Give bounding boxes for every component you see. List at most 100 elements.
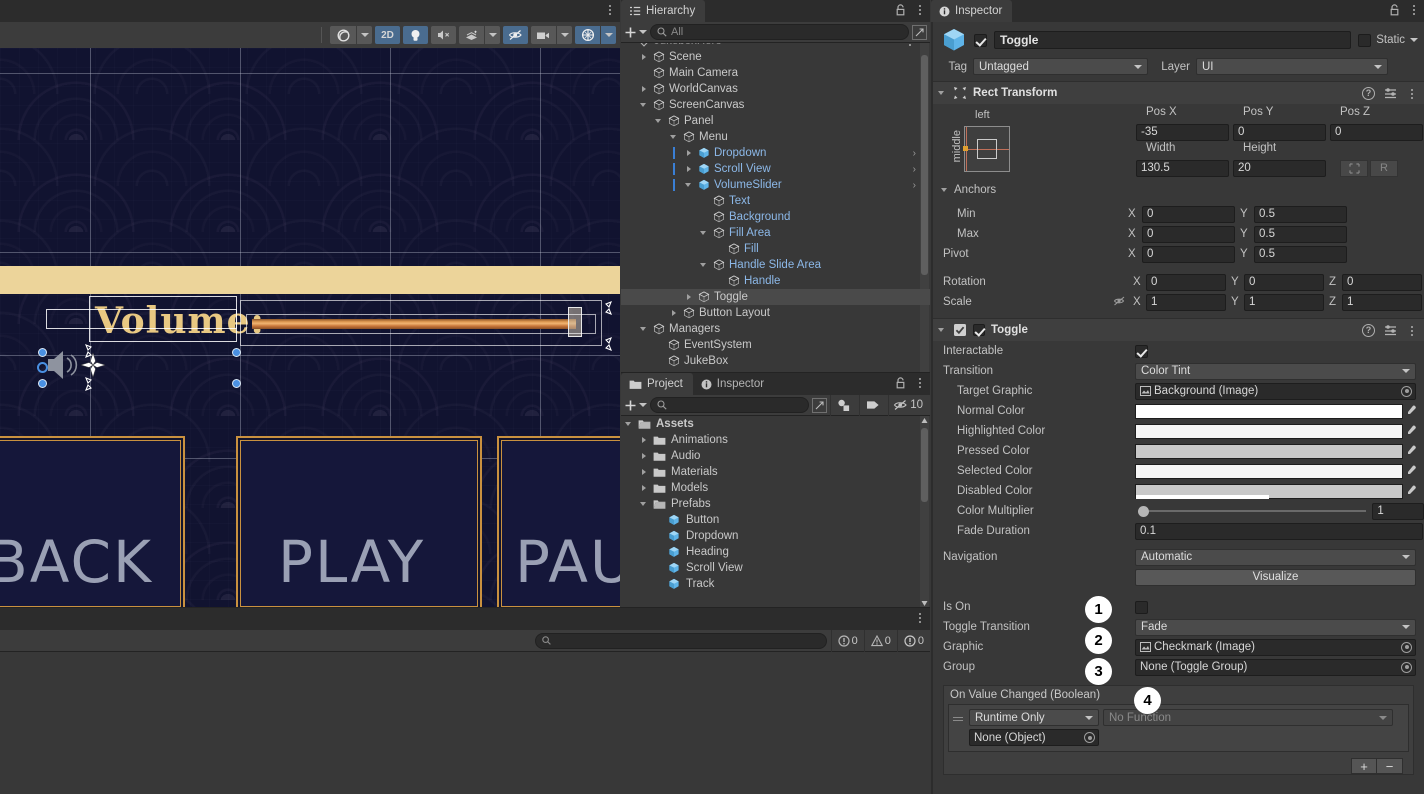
- scene-viewport[interactable]: Volume: BACK PLAY PAU: [0, 48, 620, 607]
- hierarchy-row-handle-slide-area[interactable]: Handle Slide Area: [621, 257, 930, 273]
- hierarchy-row-worldcanvas[interactable]: WorldCanvas: [621, 81, 930, 97]
- expand-triangle-icon[interactable]: [640, 484, 649, 493]
- console-error-count[interactable]: 0: [830, 629, 864, 652]
- project-tree[interactable]: Assets Animations Audio Materials Models Pref…: [621, 416, 930, 607]
- project-row-models[interactable]: Models: [621, 480, 930, 496]
- anchor-min-x-field[interactable]: 0: [1142, 205, 1235, 223]
- collapse-triangle-icon[interactable]: [938, 89, 947, 98]
- color-multiplier-field[interactable]: 1: [1372, 502, 1424, 520]
- scene-row-menu-icon[interactable]: [904, 43, 916, 47]
- fade-duration-field[interactable]: 0.1: [1135, 522, 1423, 540]
- inspector-menu-icon[interactable]: [1408, 3, 1420, 16]
- console-menu-icon[interactable]: [914, 611, 926, 624]
- collapse-triangle-icon[interactable]: [700, 229, 709, 238]
- eyedropper-icon[interactable]: [1403, 464, 1419, 479]
- collapse-triangle-icon[interactable]: [640, 500, 649, 509]
- hierarchy-row-background[interactable]: Background: [621, 209, 930, 225]
- project-filter-label-button[interactable]: [859, 394, 885, 416]
- normal-color-swatch[interactable]: [1135, 403, 1403, 419]
- eyedropper-icon[interactable]: [1403, 444, 1419, 459]
- help-icon[interactable]: ?: [1362, 323, 1375, 337]
- hierarchy-row-jukebox[interactable]: JukeBox: [621, 353, 930, 369]
- hierarchy-row-fill[interactable]: Fill: [621, 241, 930, 257]
- anchors-foldout[interactable]: Anchors: [941, 184, 996, 196]
- event-mode-dropdown[interactable]: Runtime Only: [969, 709, 1099, 726]
- toggle-transition-dropdown[interactable]: Fade: [1135, 618, 1416, 636]
- camera-settings-button[interactable]: [531, 26, 556, 44]
- expand-triangle-icon[interactable]: [640, 53, 649, 62]
- hierarchy-row-eventsystem[interactable]: EventSystem: [621, 337, 930, 353]
- console-log-count[interactable]: 0: [896, 629, 930, 652]
- hierarchy-row-managers[interactable]: Managers: [621, 321, 930, 337]
- hidden-objects-toggle-button[interactable]: [503, 26, 528, 44]
- pos-z-field[interactable]: 0: [1330, 123, 1423, 141]
- hierarchy-menu-icon[interactable]: [914, 3, 926, 16]
- shading-mode-button[interactable]: [330, 26, 356, 44]
- hierarchy-row-menu[interactable]: Menu: [621, 129, 930, 145]
- rect-transform-header[interactable]: Rect Transform ?: [933, 82, 1424, 104]
- expand-triangle-icon[interactable]: [685, 293, 694, 302]
- hierarchy-row-screencanvas[interactable]: ScreenCanvas: [621, 97, 930, 113]
- resize-handle[interactable]: [232, 348, 241, 357]
- prefab-open-chevron-icon[interactable]: ›: [913, 164, 916, 175]
- expand-triangle-icon[interactable]: [640, 452, 649, 461]
- tab-hierarchy[interactable]: Hierarchy: [621, 0, 706, 22]
- move-gizmo-icon[interactable]: [80, 352, 106, 381]
- prefab-open-chevron-icon[interactable]: ›: [913, 180, 916, 191]
- project-row-assets[interactable]: Assets: [621, 416, 930, 432]
- project-row-scroll-view[interactable]: Scroll View: [621, 560, 930, 576]
- hierarchy-row-button-layout[interactable]: Button Layout: [621, 305, 930, 321]
- eyedropper-icon[interactable]: [1403, 424, 1419, 439]
- pivot-x-field[interactable]: 0: [1142, 245, 1235, 263]
- object-picker-icon[interactable]: [1401, 661, 1412, 673]
- collapse-triangle-icon[interactable]: [640, 325, 649, 334]
- project-row-prefabs[interactable]: Prefabs: [621, 496, 930, 512]
- expand-triangle-icon[interactable]: [670, 309, 679, 318]
- collapse-triangle-icon[interactable]: [640, 101, 649, 110]
- event-object-field[interactable]: None (Object): [969, 729, 1099, 746]
- expand-triangle-icon[interactable]: [640, 468, 649, 477]
- anchor-max-y-field[interactable]: 0.5: [1254, 225, 1347, 243]
- hierarchy-row-main-camera[interactable]: Main Camera: [621, 65, 930, 81]
- height-field[interactable]: 20: [1233, 159, 1326, 177]
- effects-toggle-button[interactable]: [459, 26, 484, 44]
- collapse-triangle-icon[interactable]: [938, 326, 947, 335]
- color-multiplier-knob[interactable]: [1138, 505, 1149, 517]
- pressed-color-swatch[interactable]: [1135, 443, 1403, 459]
- scale-y-field[interactable]: 1: [1244, 293, 1324, 311]
- navigation-dropdown[interactable]: Automatic: [1135, 548, 1416, 566]
- pivot-handle[interactable]: [37, 362, 48, 373]
- project-visibility-button[interactable]: 10: [888, 394, 927, 416]
- group-field[interactable]: None (Toggle Group): [1135, 658, 1416, 676]
- expand-triangle-icon[interactable]: [640, 436, 649, 445]
- audio-toggle-button[interactable]: [431, 26, 456, 44]
- pos-y-field[interactable]: 0: [1233, 123, 1326, 141]
- graphic-field[interactable]: Checkmark (Image): [1135, 638, 1416, 656]
- scene-menu-icon[interactable]: [604, 3, 616, 16]
- project-scroll-down-arrow[interactable]: [920, 599, 929, 607]
- hierarchy-create-button[interactable]: [624, 26, 647, 39]
- collapse-triangle-icon[interactable]: [700, 261, 709, 270]
- anchor-min-y-field[interactable]: 0.5: [1254, 205, 1347, 223]
- rotation-z-field[interactable]: 0: [1342, 273, 1422, 291]
- project-row-audio[interactable]: Audio: [621, 448, 930, 464]
- eyedropper-icon[interactable]: [1403, 484, 1419, 499]
- highlighted-color-swatch[interactable]: [1135, 423, 1403, 439]
- resize-handle[interactable]: [38, 348, 47, 357]
- lock-icon[interactable]: [895, 376, 906, 389]
- hierarchy-tree[interactable]: JukeboxHero Scene Main Camera WorldCanvas Sc…: [621, 43, 930, 372]
- lighting-toggle-button[interactable]: [403, 26, 428, 44]
- console-warning-count[interactable]: 0: [863, 629, 897, 652]
- 2d-toggle-button[interactable]: 2D: [375, 26, 400, 44]
- project-row-materials[interactable]: Materials: [621, 464, 930, 480]
- pos-x-field[interactable]: -35: [1136, 123, 1229, 141]
- drag-handle-icon[interactable]: [953, 713, 965, 723]
- gizmos-dropdown[interactable]: [601, 26, 616, 44]
- preset-icon[interactable]: [1384, 324, 1397, 337]
- console-message-list[interactable]: [0, 652, 930, 794]
- preset-icon[interactable]: [1384, 87, 1397, 100]
- project-row-dropdown[interactable]: Dropdown: [621, 528, 930, 544]
- prefab-open-chevron-icon[interactable]: ›: [913, 148, 916, 159]
- hierarchy-row-handle[interactable]: Handle: [621, 273, 930, 289]
- rotation-y-field[interactable]: 0: [1244, 273, 1324, 291]
